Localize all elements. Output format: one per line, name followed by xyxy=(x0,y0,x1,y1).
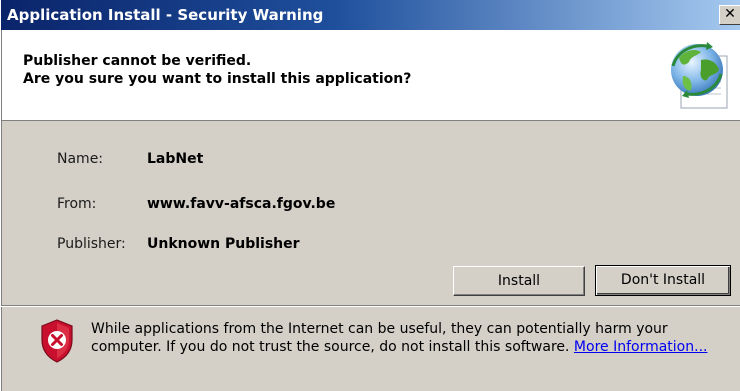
header-panel: Publisher cannot be verified. Are you su… xyxy=(1,30,740,121)
left-edge xyxy=(1,30,2,391)
separator xyxy=(1,305,740,307)
from-value: www.favv-afsca.fgov.be xyxy=(147,196,336,212)
warning-text: While applications from the Internet can… xyxy=(91,320,731,356)
window-title: Application Install - Security Warning xyxy=(7,6,324,24)
security-warning-dialog: Application Install - Security Warning ✕… xyxy=(0,0,740,391)
close-button[interactable]: ✕ xyxy=(719,5,740,25)
dont-install-button[interactable]: Don't Install xyxy=(595,265,731,296)
warning-line-2-text: computer. If you do not trust the source… xyxy=(91,339,574,355)
install-button[interactable]: Install xyxy=(453,266,585,296)
name-label: Name: xyxy=(57,151,104,167)
publisher-value: Unknown Publisher xyxy=(147,236,300,252)
globe-icon xyxy=(671,42,728,109)
more-information-link[interactable]: More Information... xyxy=(574,339,708,355)
header-question: Are you sure you want to install this ap… xyxy=(23,71,412,87)
shield-warning-icon xyxy=(41,319,73,363)
warning-line-1: While applications from the Internet can… xyxy=(91,321,668,337)
publisher-label: Publisher: xyxy=(57,236,126,252)
from-label: From: xyxy=(57,196,97,212)
close-icon: ✕ xyxy=(724,6,736,22)
title-bar[interactable]: Application Install - Security Warning ✕ xyxy=(1,0,740,30)
warning-line-2: computer. If you do not trust the source… xyxy=(91,338,731,356)
name-value: LabNet xyxy=(147,151,204,167)
header-title: Publisher cannot be verified. xyxy=(23,53,252,69)
